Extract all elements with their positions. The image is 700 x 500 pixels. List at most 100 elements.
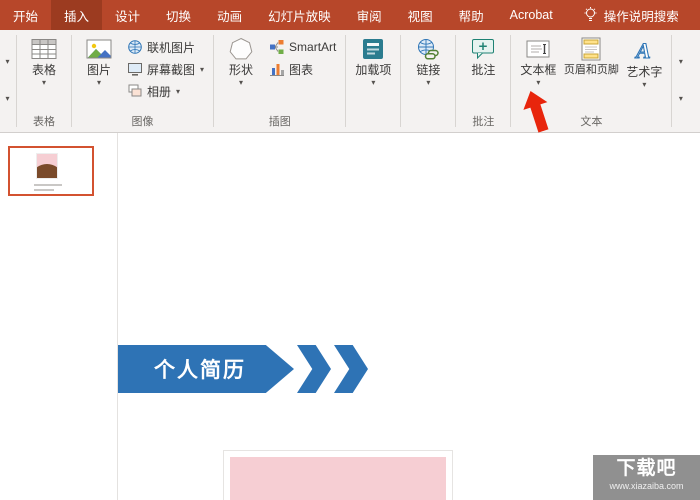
smartart-label: SmartArt [289, 40, 337, 54]
tab-insert[interactable]: 插入 [51, 0, 103, 30]
shapes-button-label: 形状 [229, 63, 254, 77]
ribbon-group-links: 链接 ▾ [402, 30, 454, 132]
tab-animations[interactable]: 动画 [204, 0, 255, 30]
caret-down-icon: ▾ [200, 64, 205, 74]
banner-chevron-shape[interactable] [297, 345, 331, 393]
caret-down-icon: ▾ [371, 78, 376, 87]
smartart-icon [269, 39, 285, 55]
thumbnail-text-line [34, 189, 54, 191]
banner-chevron-shape[interactable] [334, 345, 368, 393]
header-footer-button[interactable]: 页眉和页脚 [561, 32, 621, 77]
pictures-button[interactable]: 图片 ▾ [76, 32, 122, 87]
header-footer-label: 页眉和页脚 [563, 64, 619, 76]
caret-down-icon: ▾ [426, 78, 431, 87]
shapes-button[interactable]: 形状 ▾ [218, 32, 264, 87]
group-label-comments: 批注 [472, 116, 495, 128]
content-area: 个人简历 下载吧 www.xiazaiba.com [0, 133, 700, 500]
group-label-addins [350, 115, 396, 132]
tab-view[interactable]: 视图 [395, 0, 446, 30]
table-icon [31, 37, 57, 61]
comment-button-label: 批注 [471, 63, 496, 77]
tab-transitions[interactable]: 切换 [153, 0, 204, 30]
ribbon-group-comments: 批注 批注 [457, 30, 509, 132]
caret-down-icon: ▾ [678, 94, 683, 103]
group-divider [671, 35, 673, 127]
group-label-table: 表格 [33, 116, 55, 128]
tab-help[interactable]: 帮助 [446, 0, 497, 30]
addins-icon [360, 37, 386, 61]
textbox-icon [525, 37, 551, 61]
tab-review[interactable]: 审阅 [344, 0, 395, 30]
caret-down-icon: ▾ [96, 78, 101, 87]
watermark: 下载吧 www.xiazaiba.com [593, 455, 700, 500]
watermark-url: www.xiazaiba.com [609, 481, 684, 491]
wordart-button-label: 艺术字 [626, 65, 663, 79]
thumbnail-portrait [36, 153, 58, 179]
group-divider [455, 35, 457, 127]
photo-album-icon [127, 83, 143, 99]
textbox-button[interactable]: 文本框 ▾ [515, 32, 561, 87]
addins-button[interactable]: 加载项 ▾ [350, 32, 396, 87]
online-pictures-icon [127, 39, 143, 55]
caret-down-icon: ▾ [239, 78, 244, 87]
tab-design[interactable]: 设计 [102, 0, 153, 30]
header-footer-icon [578, 37, 604, 61]
group-divider [16, 35, 17, 127]
wordart-icon: A [631, 37, 657, 63]
caret-down-icon: ▾ [678, 57, 683, 66]
resume-title-banner[interactable]: 个人简历 [118, 345, 368, 393]
textbox-button-label: 文本框 [520, 63, 557, 77]
tab-slideshow[interactable]: 幻灯片放映 [255, 0, 344, 30]
group-divider [213, 35, 215, 127]
ribbon-insert: ▾ ▾ 表格 ▾ 表格 图片 ▾ 联机图片 屏幕截图 ▾ 相册 ▾ 图像 形状 … [0, 30, 700, 133]
links-button-label: 链接 [416, 63, 441, 77]
slide-thumbnail-1[interactable] [8, 146, 94, 196]
screenshot-button[interactable]: 屏幕截图 ▾ [122, 58, 209, 80]
group-label-illustrations: 插图 [268, 116, 291, 128]
photo-album-button[interactable]: 相册 ▾ [122, 80, 209, 102]
lightbulb-icon [584, 7, 597, 23]
chart-button[interactable]: 图表 [264, 58, 341, 80]
caret-down-icon: ▾ [176, 86, 181, 96]
group-divider [71, 35, 72, 127]
powerpoint-window: 开始 插入 设计 切换 动画 幻灯片放映 审阅 视图 帮助 Acrobat 操作… [0, 0, 700, 500]
clipped-left-group[interactable]: ▾ ▾ [0, 30, 15, 132]
slide-canvas[interactable]: 个人简历 下载吧 www.xiazaiba.com [118, 133, 700, 500]
slide-thumbnail-panel [0, 133, 118, 500]
svg-text:A: A [634, 38, 651, 63]
new-comment-button[interactable]: 批注 [460, 32, 506, 77]
smartart-button[interactable]: SmartArt [264, 36, 341, 58]
banner-arrow-shape[interactable]: 个人简历 [118, 345, 294, 393]
chart-icon [269, 61, 285, 77]
table-button[interactable]: 表格 ▾ [21, 32, 67, 87]
tab-acrobat[interactable]: Acrobat [497, 0, 566, 30]
ribbon-group-table: 表格 ▾ 表格 [18, 30, 70, 132]
clipped-right-group[interactable]: ▾ ▾ [673, 30, 688, 132]
link-globe-icon [415, 37, 441, 61]
group-divider [400, 35, 402, 127]
links-button[interactable]: 链接 ▾ [405, 32, 451, 87]
portrait-image[interactable] [224, 451, 452, 500]
thumbnail-text-line [34, 184, 62, 186]
wordart-button[interactable]: A 艺术字 ▾ [621, 32, 667, 88]
screenshot-icon [127, 61, 143, 77]
group-label-links [405, 115, 451, 132]
group-divider [345, 35, 347, 127]
group-label-images: 图像 [131, 116, 154, 128]
tell-me-search[interactable]: 操作说明搜索 [574, 0, 689, 30]
caret-down-icon: ▾ [41, 78, 46, 87]
table-button-label: 表格 [31, 63, 56, 77]
watermark-title: 下载吧 [616, 458, 677, 479]
comment-icon [470, 37, 496, 61]
online-pictures-label: 联机图片 [147, 40, 196, 55]
picture-icon [86, 37, 112, 61]
addins-button-label: 加载项 [355, 63, 392, 77]
online-pictures-button[interactable]: 联机图片 [122, 36, 209, 58]
shapes-icon [228, 37, 254, 61]
tab-home[interactable]: 开始 [0, 0, 51, 30]
tell-me-label: 操作说明搜索 [603, 9, 679, 24]
thumbnail-portrait-hair [37, 163, 57, 178]
ribbon-group-illustrations: 形状 ▾ SmartArt 图表 插图 [215, 30, 344, 132]
group-divider [510, 35, 512, 127]
caret-down-icon: ▾ [536, 78, 541, 87]
